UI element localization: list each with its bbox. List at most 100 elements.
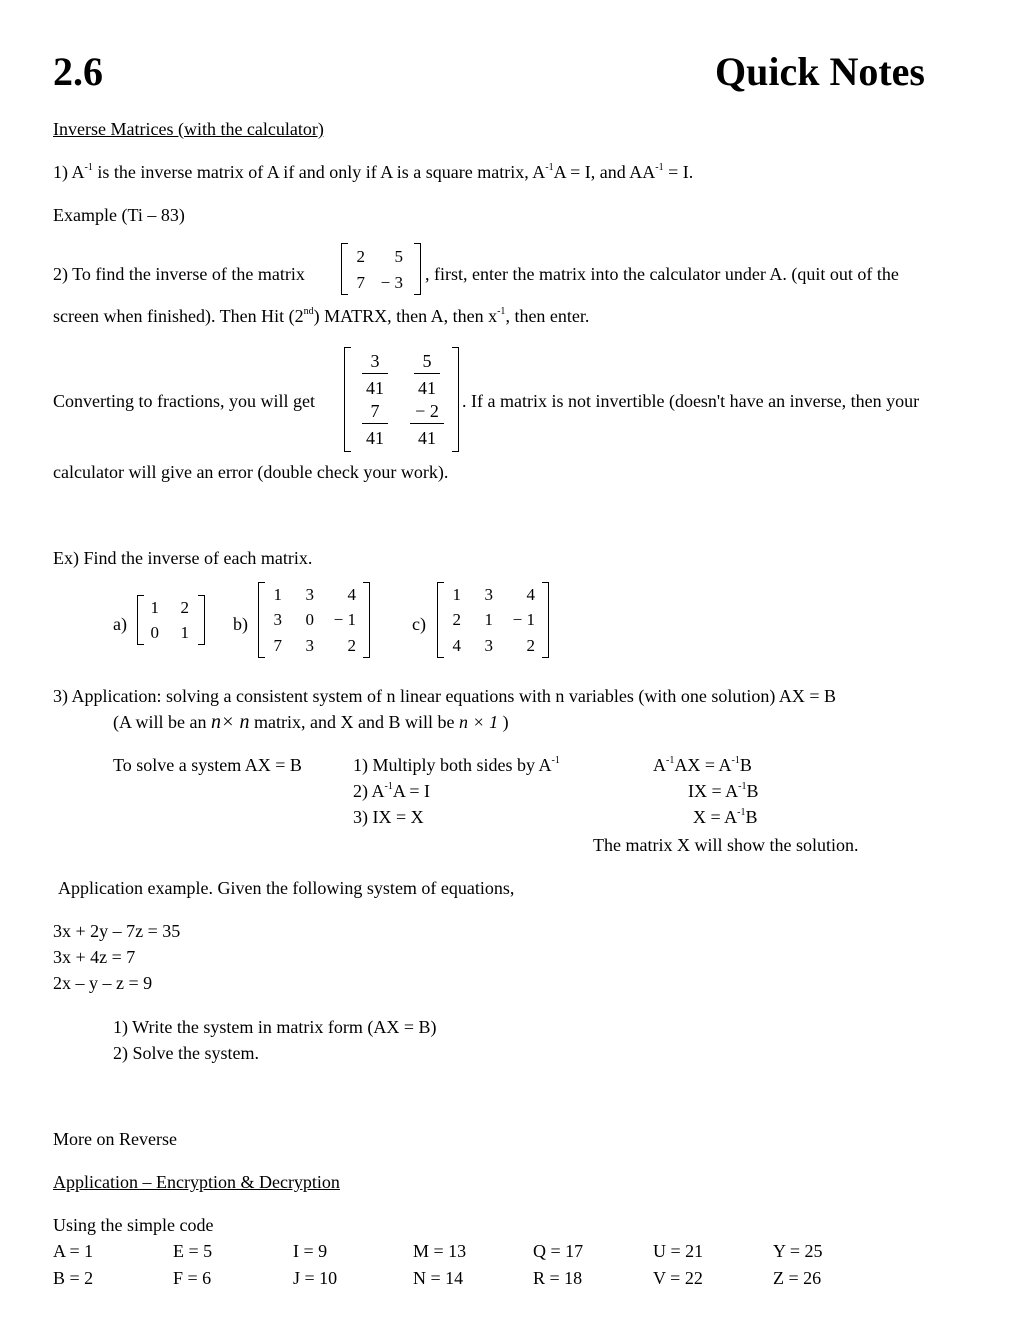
matrix-cell: 7 [273, 636, 283, 655]
fractions-line2: calculator will give an error (double ch… [53, 462, 449, 482]
denominator: 41 [418, 428, 436, 448]
page-title: Quick Notes [715, 49, 925, 94]
text: 1) Multiply both sides by A [353, 755, 552, 775]
matrix-cell: 4 [526, 585, 536, 604]
text: B [739, 755, 752, 775]
matrix-cell: 1 [484, 610, 494, 629]
text: matrix, and X and B will be [249, 712, 459, 732]
superscript: -1 [655, 162, 664, 173]
text: ) [498, 712, 509, 732]
matrix-cell: 4 [347, 585, 357, 604]
matrix-cell: − 1 [333, 610, 356, 629]
superscript: -1 [545, 162, 554, 173]
matrix-cell: 1 [150, 598, 160, 617]
step2-text-post: , first, enter the matrix into the calcu… [425, 264, 899, 284]
exercise-prompt: Ex) Find the inverse of each matrix. [53, 548, 313, 568]
code-entry: N = 14 [413, 1268, 464, 1288]
superscript: -1 [731, 755, 740, 766]
numerator: − 2 [410, 402, 444, 424]
fractions-text-pre: Converting to fractions, you will get [53, 391, 315, 411]
numerator: 7 [362, 402, 388, 424]
code-entry: U = 21 [653, 1241, 704, 1261]
text: is the inverse matrix of A if and only i… [92, 162, 546, 182]
code-entry: Z = 26 [773, 1268, 822, 1288]
application-dimensions: (A will be an n× n matrix, and X and B w… [113, 712, 509, 732]
section-number: 2.6 [53, 49, 103, 94]
text: 2) A [353, 781, 385, 801]
solve-result: A-1AX = A-1B [653, 755, 752, 775]
code-entry: R = 18 [533, 1268, 583, 1288]
text: A [653, 755, 666, 775]
text: 3) IX = X [353, 807, 424, 827]
matrix-cell: 3 [305, 636, 315, 655]
matrix-cell: 2 [452, 610, 462, 629]
text: A = I, and AA [553, 162, 656, 182]
text: IX = A [688, 781, 739, 801]
bracket-right [414, 243, 421, 295]
solve-conclusion: The matrix X will show the solution. [593, 835, 859, 855]
fraction-cell: 7 41 [362, 402, 388, 447]
matrix-cell: 1 [180, 623, 190, 642]
matrix-cell: 1 [452, 585, 462, 604]
solve-result: IX = A-1B [688, 781, 759, 801]
exercise-matrix-b: 1 3 4 3 0 − 1 7 3 2 [258, 582, 370, 658]
bracket-right [452, 347, 459, 452]
bracket-right [542, 582, 549, 658]
text: B [746, 781, 759, 801]
solve-step: 3) IX = X [353, 808, 424, 826]
matrix-cell: 5 [394, 247, 404, 266]
denominator: 41 [418, 378, 436, 398]
text: A = I [392, 781, 430, 801]
matrix-cell: − 1 [512, 610, 535, 629]
fraction-cell: 5 41 [414, 352, 440, 397]
text: , then enter. [505, 306, 590, 326]
example-matrix: 2 5 7 − 3 [341, 243, 421, 295]
superscript: -1 [551, 755, 560, 766]
solve-result: X = A-1B [693, 807, 758, 827]
bracket-right [198, 595, 205, 645]
matrix-cell: 0 [150, 623, 160, 642]
encryption-heading: Application – Encryption & Decryption [53, 1172, 340, 1192]
code-entry: F = 6 [173, 1268, 212, 1288]
inverse-fraction-matrix: 3 41 5 41 7 41 − 2 41 [344, 347, 459, 452]
text: 1) A [53, 162, 85, 182]
matrix-cell: 2 [526, 636, 536, 655]
solve-step: 1) Multiply both sides by A-1 [353, 755, 560, 775]
application-example-intro: Application example. Given the following… [58, 878, 515, 898]
code-entry: V = 22 [653, 1268, 703, 1288]
task: 1) Write the system in matrix form (AX =… [113, 1017, 437, 1037]
step2-text-pre: 2) To find the inverse of the matrix [53, 264, 305, 284]
code-entry: I = 9 [293, 1241, 328, 1261]
matrix-cell: 3 [484, 636, 494, 655]
solve-step: 2) A-1A = I [353, 781, 430, 801]
definition-paragraph: 1) A -1 is the inverse matrix of A if and… [53, 162, 694, 182]
code-entry: Y = 25 [773, 1241, 823, 1261]
text: B [745, 807, 758, 827]
application-heading: 3) Application: solving a consistent sys… [53, 686, 837, 706]
solve-label: To solve a system AX = B [113, 755, 302, 775]
text: X = A [693, 807, 738, 827]
matrix-cell: 4 [452, 636, 462, 655]
text: (A will be an [113, 712, 211, 732]
math-n-by-n: n× n [210, 711, 250, 733]
matrix-cell: − 3 [380, 273, 403, 292]
numerator: 3 [362, 352, 388, 374]
math-n-by-1: n × 1 [458, 712, 499, 732]
matrix-cell: 2 [356, 247, 366, 266]
text: ) MATRX, then A, then x [313, 306, 498, 326]
exercise-label-b: b) [233, 614, 248, 634]
text: = I. [663, 162, 694, 182]
superscript: -1 [737, 807, 746, 818]
bracket-left [137, 595, 144, 645]
matrix-cell: 3 [273, 610, 283, 629]
code-entry: J = 10 [293, 1268, 338, 1288]
fraction-cell: − 2 41 [410, 402, 444, 447]
code-entry: A = 1 [53, 1241, 94, 1261]
code-entry: E = 5 [173, 1241, 213, 1261]
bracket-left [437, 582, 444, 658]
matrix-cell: 0 [305, 610, 315, 629]
code-entry: M = 13 [413, 1241, 467, 1261]
text: screen when finished). Then Hit (2 [53, 306, 304, 326]
bracket-left [258, 582, 265, 658]
numerator: 5 [414, 352, 440, 374]
